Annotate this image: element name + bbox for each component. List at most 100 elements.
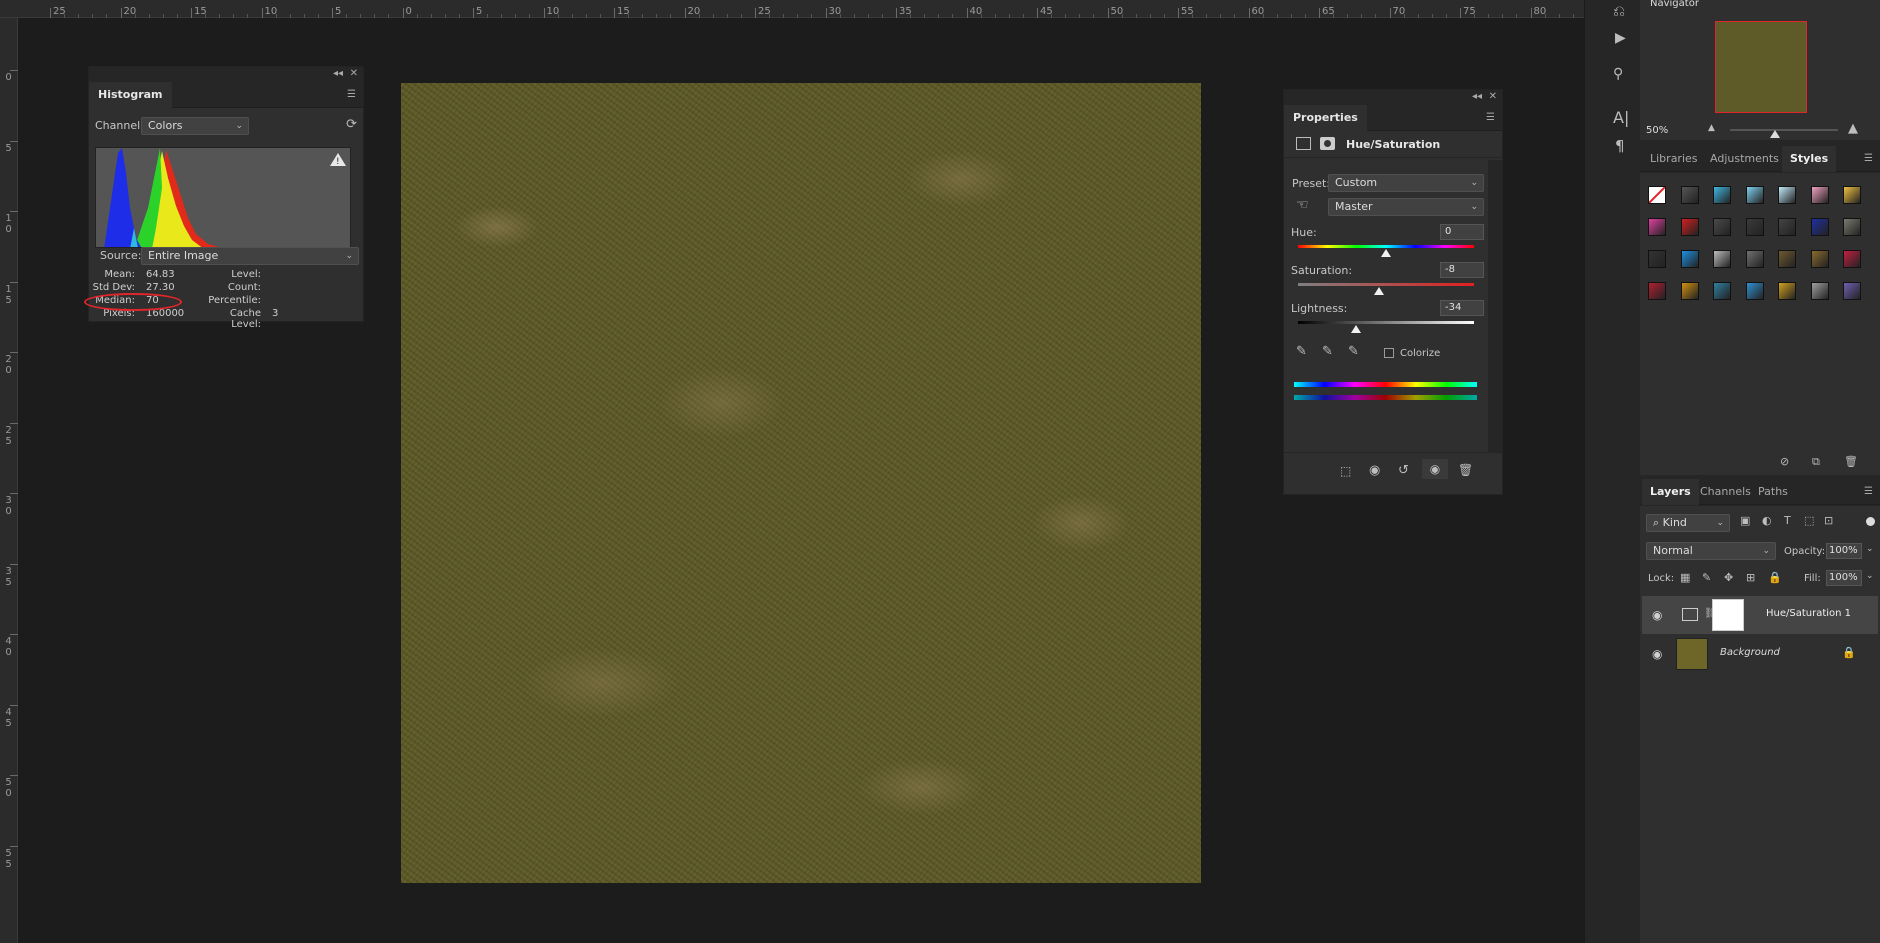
navigator-title[interactable]: Navigator: [1650, 0, 1699, 9]
navigator-zoom[interactable]: 50%: [1646, 125, 1668, 136]
layer-thumbnail[interactable]: [1676, 638, 1708, 670]
lightness-slider-thumb[interactable]: [1351, 325, 1362, 333]
hue-input[interactable]: 0: [1440, 224, 1484, 240]
lock-position-icon[interactable]: ✥: [1724, 571, 1733, 584]
zoom-out-icon[interactable]: ▲: [1708, 123, 1715, 133]
style-swatch[interactable]: [1843, 250, 1861, 268]
tab-styles[interactable]: Styles: [1782, 146, 1837, 172]
layer-name[interactable]: Background: [1720, 647, 1780, 658]
chevron-down-icon[interactable]: ⌄: [1866, 571, 1874, 581]
tab-libraries[interactable]: Libraries: [1642, 146, 1706, 172]
filter-pixel-icon[interactable]: ▣: [1740, 514, 1750, 527]
close-icon[interactable]: ✕: [350, 68, 358, 79]
paragraph-icon[interactable]: ¶: [1615, 137, 1625, 155]
saturation-slider-thumb[interactable]: [1373, 287, 1384, 295]
view-previous-state-icon[interactable]: ◉: [1369, 463, 1380, 478]
filter-type-icon[interactable]: T: [1784, 514, 1791, 527]
style-swatch[interactable]: [1648, 282, 1666, 300]
range-dropdown[interactable]: Master ⌄: [1328, 198, 1484, 216]
panel-menu-icon[interactable]: ☰: [347, 90, 357, 100]
style-swatch[interactable]: [1648, 186, 1666, 204]
filter-shape-icon[interactable]: ⬚: [1804, 514, 1814, 527]
document-canvas-grass-image[interactable]: [401, 83, 1201, 883]
zoom-in-icon[interactable]: ▲: [1848, 121, 1858, 136]
new-style-icon[interactable]: ⧉: [1812, 455, 1820, 469]
panel-menu-icon[interactable]: ☰: [1864, 487, 1874, 497]
histogram-panel-titlebar[interactable]: ◂◂ ✕: [89, 67, 363, 82]
eyedropper-plus-icon[interactable]: ✎: [1322, 344, 1333, 359]
source-dropdown[interactable]: Entire Image ⌄: [141, 247, 359, 265]
lightness-input[interactable]: -34: [1440, 300, 1484, 316]
collapse-icon[interactable]: ◂◂: [1472, 91, 1482, 102]
saturation-input[interactable]: -8: [1440, 262, 1484, 278]
clip-to-layer-icon[interactable]: ⬚: [1340, 464, 1351, 478]
collapse-icon[interactable]: ◂◂: [333, 68, 343, 79]
chevron-down-icon[interactable]: ⌄: [1866, 544, 1874, 554]
zoom-slider-track[interactable]: [1730, 129, 1838, 131]
clone-source-icon[interactable]: ⚲: [1613, 66, 1623, 82]
eyedropper-icon[interactable]: ✎: [1296, 344, 1307, 359]
layer-mask-thumbnail[interactable]: [1712, 599, 1744, 631]
history-icon[interactable]: ⎌: [1613, 2, 1625, 20]
style-swatch[interactable]: [1648, 218, 1666, 236]
reset-icon[interactable]: ↺: [1398, 463, 1409, 478]
style-swatch[interactable]: [1778, 282, 1796, 300]
close-icon[interactable]: ✕: [1489, 91, 1497, 102]
layer-name[interactable]: Hue/Saturation 1: [1766, 608, 1851, 619]
properties-panel-titlebar[interactable]: ◂◂ ✕: [1284, 90, 1502, 105]
tab-channels[interactable]: Channels: [1692, 479, 1759, 505]
layer-mask-icon[interactable]: [1320, 137, 1335, 150]
style-swatch[interactable]: [1810, 186, 1829, 204]
style-swatch[interactable]: [1778, 186, 1796, 204]
style-swatch[interactable]: [1680, 250, 1699, 268]
hue-slider-thumb[interactable]: [1381, 249, 1391, 257]
filter-smart-object-icon[interactable]: ⊡: [1824, 514, 1833, 527]
style-swatch[interactable]: [1745, 250, 1764, 268]
actions-play-icon[interactable]: ▶: [1615, 30, 1626, 46]
ruler-vertical[interactable]: 0 5 10 15 20 25 30 35 40 45 50 55: [0, 18, 18, 943]
style-swatch[interactable]: [1745, 282, 1764, 300]
character-icon[interactable]: A|: [1613, 108, 1629, 127]
zoom-slider-thumb[interactable]: [1770, 130, 1780, 138]
eyedropper-minus-icon[interactable]: ✎: [1348, 344, 1359, 359]
tab-histogram[interactable]: Histogram: [89, 82, 172, 108]
visibility-eye-icon[interactable]: ◉: [1652, 608, 1662, 622]
clear-style-icon[interactable]: ⊘: [1780, 455, 1789, 468]
layer-row-hue-saturation[interactable]: ◉ ⛓ Hue/Saturation 1: [1642, 596, 1878, 634]
filter-toggle-icon[interactable]: [1866, 517, 1875, 526]
style-swatch[interactable]: [1713, 250, 1731, 268]
tab-adjustments[interactable]: Adjustments: [1702, 146, 1787, 172]
layer-kind-filter-dropdown[interactable]: ⌕ Kind ⌄: [1646, 514, 1730, 532]
filter-adjustment-icon[interactable]: ◐: [1762, 514, 1772, 527]
fill-input[interactable]: 100%: [1826, 570, 1862, 586]
style-swatch[interactable]: [1778, 218, 1796, 236]
style-swatch[interactable]: [1745, 186, 1764, 204]
visibility-eye-icon[interactable]: ◉: [1422, 459, 1448, 479]
on-image-adjust-hand-icon[interactable]: ☜: [1296, 197, 1309, 213]
lock-all-icon[interactable]: 🔒: [1768, 571, 1782, 584]
tab-properties[interactable]: Properties: [1284, 105, 1367, 131]
lock-artboard-icon[interactable]: ⊞: [1746, 571, 1755, 584]
adjustment-layer-icon[interactable]: [1296, 137, 1311, 150]
trash-icon[interactable]: 🗑: [1844, 455, 1858, 468]
lock-transparent-icon[interactable]: ▦: [1680, 571, 1690, 584]
tab-paths[interactable]: Paths: [1750, 479, 1796, 505]
navigator-view-box[interactable]: [1715, 21, 1807, 113]
panel-menu-icon[interactable]: ☰: [1864, 154, 1874, 164]
style-swatch[interactable]: [1713, 218, 1731, 236]
style-swatch[interactable]: [1810, 218, 1829, 236]
trash-icon[interactable]: 🗑: [1458, 463, 1473, 477]
style-swatch[interactable]: [1810, 250, 1829, 268]
style-swatch[interactable]: [1745, 218, 1764, 236]
refresh-icon[interactable]: ⟳: [346, 117, 357, 132]
properties-scrollbar[interactable]: [1488, 160, 1502, 452]
style-swatch[interactable]: [1713, 282, 1731, 300]
warning-icon[interactable]: !: [330, 153, 346, 167]
style-swatch[interactable]: [1680, 186, 1699, 204]
style-swatch[interactable]: [1680, 282, 1699, 300]
visibility-eye-icon[interactable]: ◉: [1652, 647, 1662, 661]
preset-dropdown[interactable]: Custom ⌄: [1328, 174, 1484, 192]
tab-layers[interactable]: Layers: [1642, 479, 1699, 505]
style-swatch[interactable]: [1843, 218, 1861, 236]
lightness-slider-track[interactable]: [1298, 321, 1474, 324]
